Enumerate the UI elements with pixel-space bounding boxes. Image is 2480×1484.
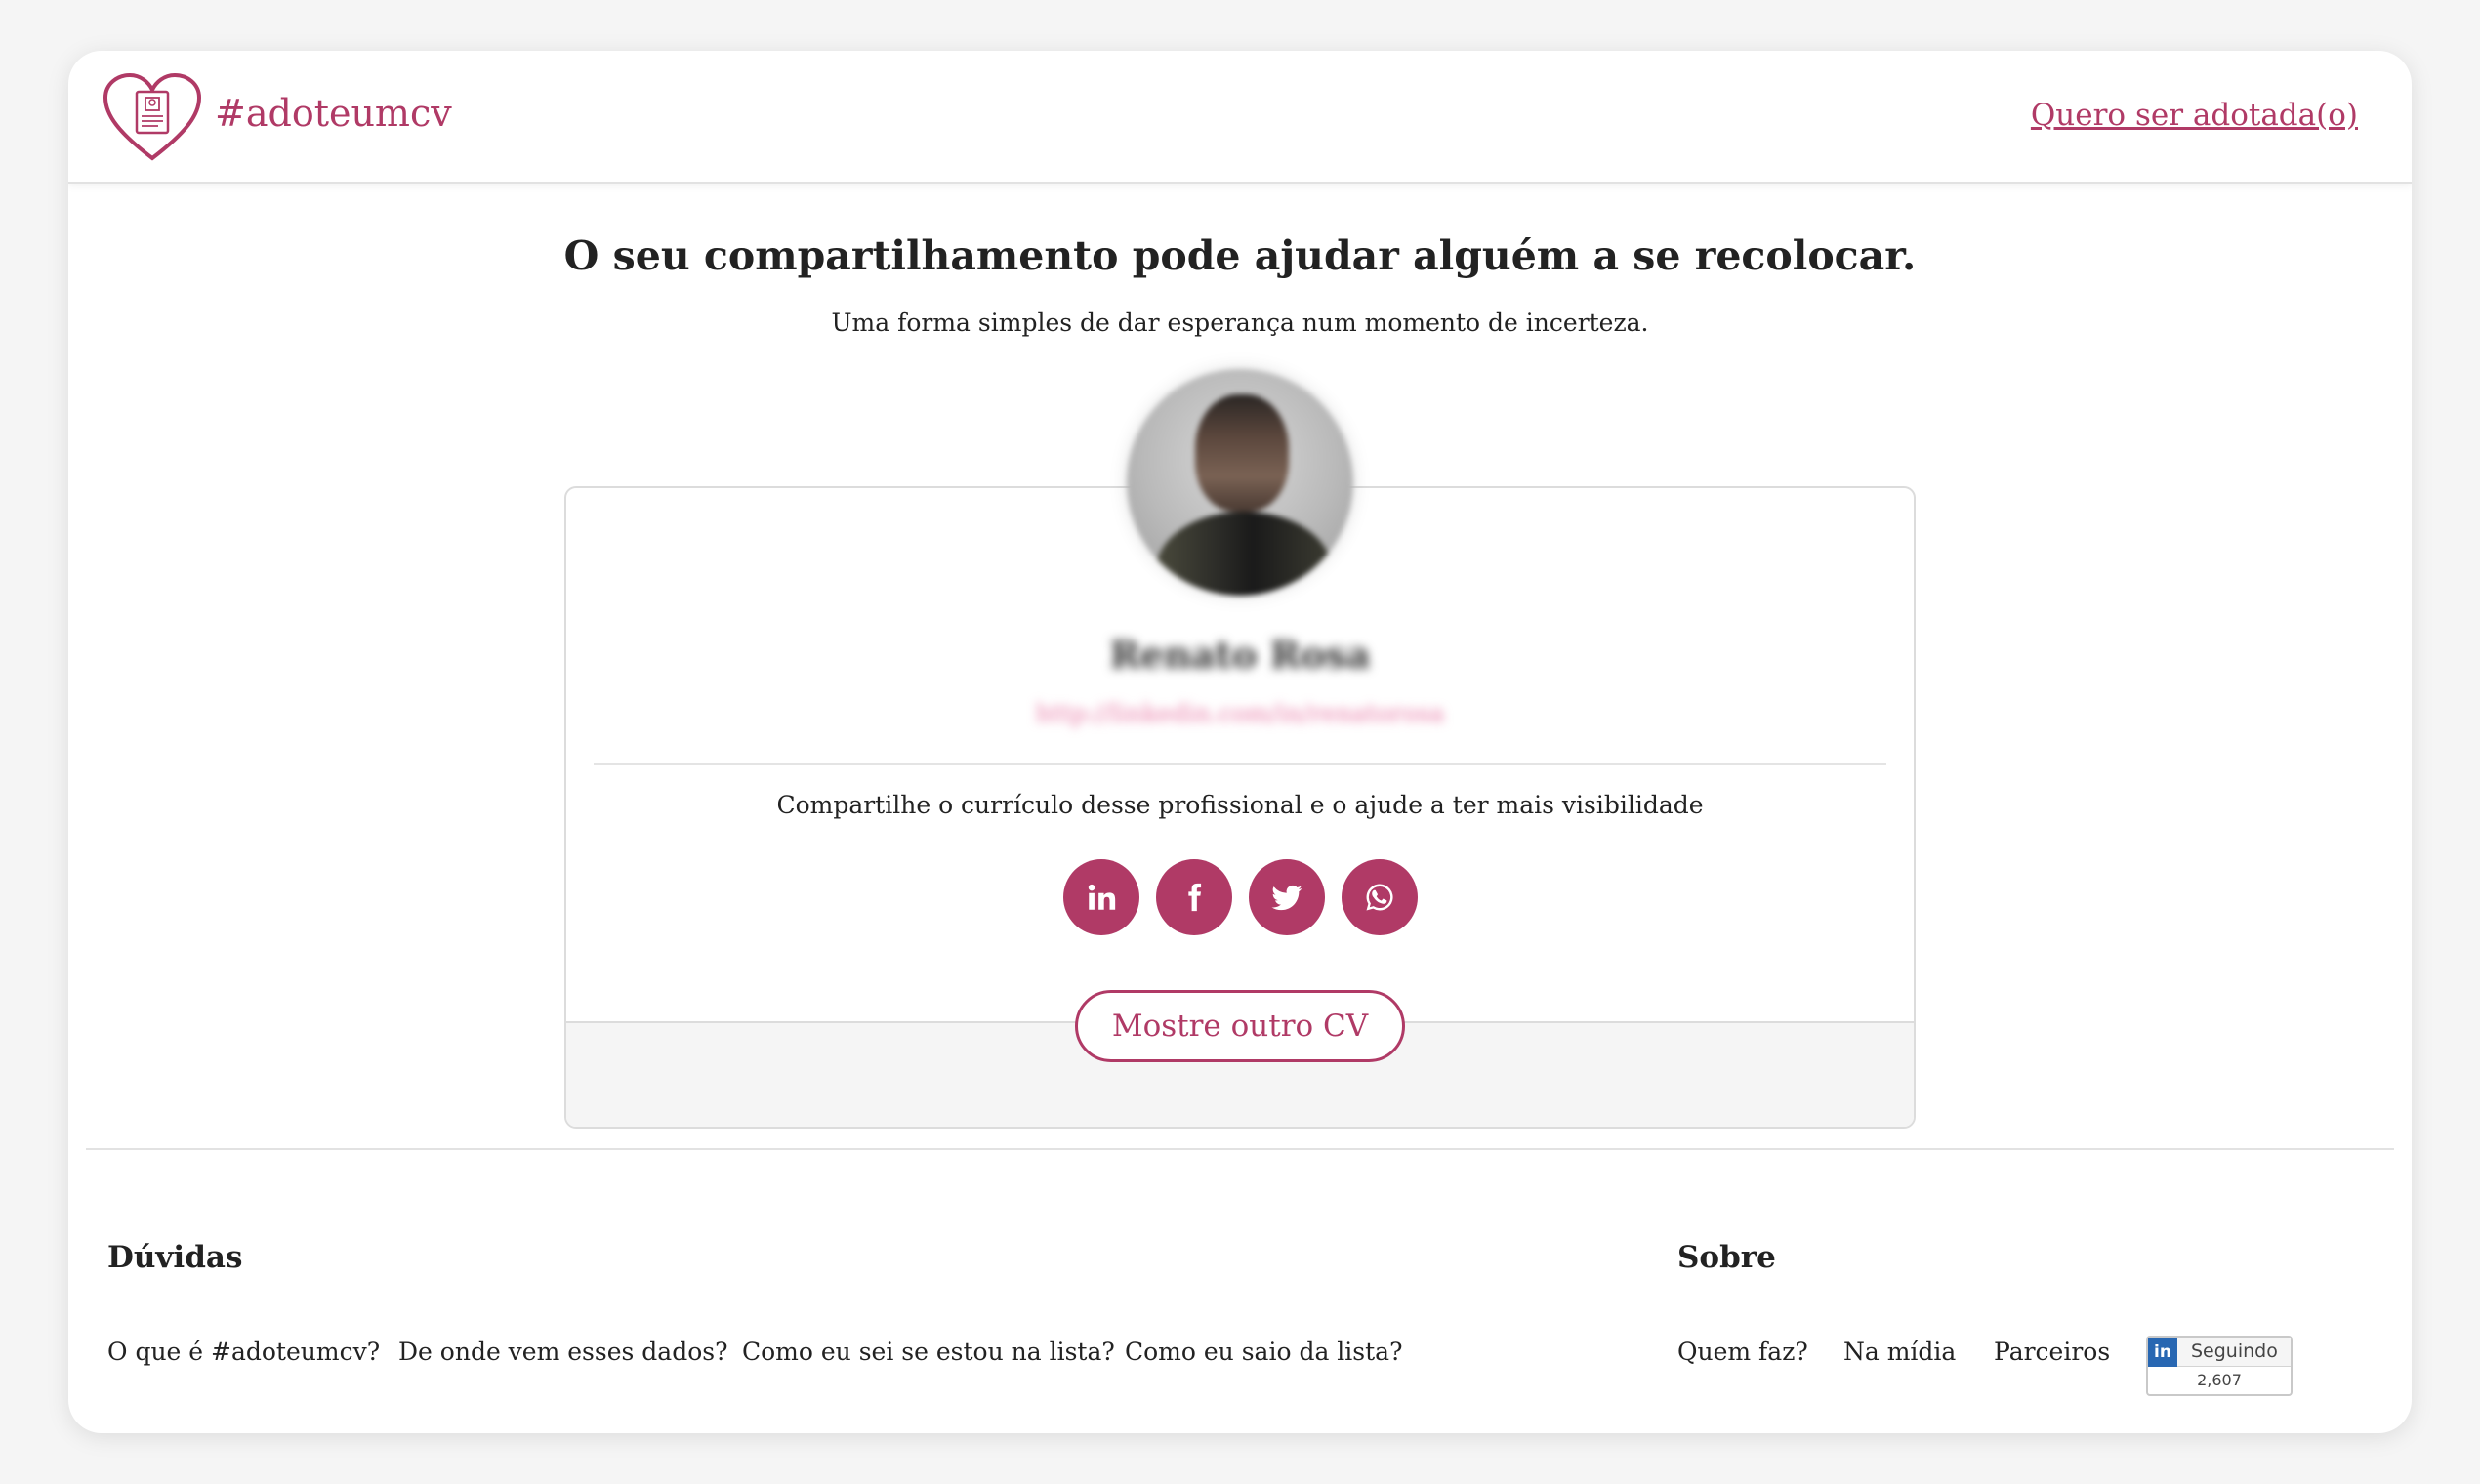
follow-widget-top: in Seguindo xyxy=(2148,1338,2291,1367)
follower-count: 2,607 xyxy=(2197,1371,2242,1389)
footer-link-who-makes[interactable]: Quem faz? xyxy=(1677,1338,1808,1366)
share-twitter-button[interactable] xyxy=(1249,859,1325,935)
show-another-cv-button[interactable]: Mostre outro CV xyxy=(1075,990,1405,1062)
profile-avatar xyxy=(1127,369,1353,596)
linkedin-badge-icon: in xyxy=(2148,1338,2177,1367)
footer-link-remove-me[interactable]: Como eu saio da lista? xyxy=(1125,1338,1403,1366)
share-whatsapp-button[interactable] xyxy=(1342,859,1418,935)
footer-heading-doubts: Dúvidas xyxy=(107,1240,243,1275)
follow-status-label: Seguindo xyxy=(2191,1340,2278,1362)
twitter-icon xyxy=(1271,885,1302,911)
footer-link-am-i-listed[interactable]: Como eu sei se estou na lista? xyxy=(742,1338,1115,1366)
facebook-icon xyxy=(1188,883,1202,912)
app-window: #adoteumcv Quero ser adotada(o) O seu co… xyxy=(68,51,2412,1433)
footer-link-partners[interactable]: Parceiros xyxy=(1994,1338,2110,1366)
profile-name: Renato Rosa xyxy=(1109,633,1371,677)
adoption-link[interactable]: Quero ser adotada(o) xyxy=(2031,98,2358,133)
avatar-body xyxy=(1156,512,1332,596)
brand-name[interactable]: #adoteumcv xyxy=(215,92,452,135)
profile-url[interactable]: http://linkedin.com/in/renatorosa xyxy=(68,699,2412,727)
page-headline: O seu compartilhamento pode ajudar algué… xyxy=(563,232,1917,279)
site-header: #adoteumcv Quero ser adotada(o) xyxy=(68,51,2412,184)
heart-cv-logo-icon[interactable] xyxy=(102,72,203,164)
linkedin-icon xyxy=(1088,884,1116,910)
footer-link-in-media[interactable]: Na mídia xyxy=(1843,1338,1956,1366)
share-linkedin-button[interactable] xyxy=(1063,859,1139,935)
card-divider xyxy=(594,763,1886,765)
page-subheadline: Uma forma simples de dar esperança num m… xyxy=(831,309,1649,337)
avatar-head xyxy=(1195,394,1289,512)
footer-heading-about: Sobre xyxy=(1677,1240,1776,1275)
share-facebook-button[interactable] xyxy=(1156,859,1232,935)
linkedin-follow-widget[interactable]: in Seguindo 2,607 xyxy=(2146,1336,2293,1396)
footer-link-what-is[interactable]: O que é #adoteumcv? xyxy=(107,1338,380,1366)
footer-divider xyxy=(86,1148,2394,1150)
footer-link-data-source[interactable]: De onde vem esses dados? xyxy=(398,1338,727,1366)
whatsapp-icon xyxy=(1366,884,1393,911)
share-instructions: Compartilhe o currículo desse profission… xyxy=(776,791,1704,819)
